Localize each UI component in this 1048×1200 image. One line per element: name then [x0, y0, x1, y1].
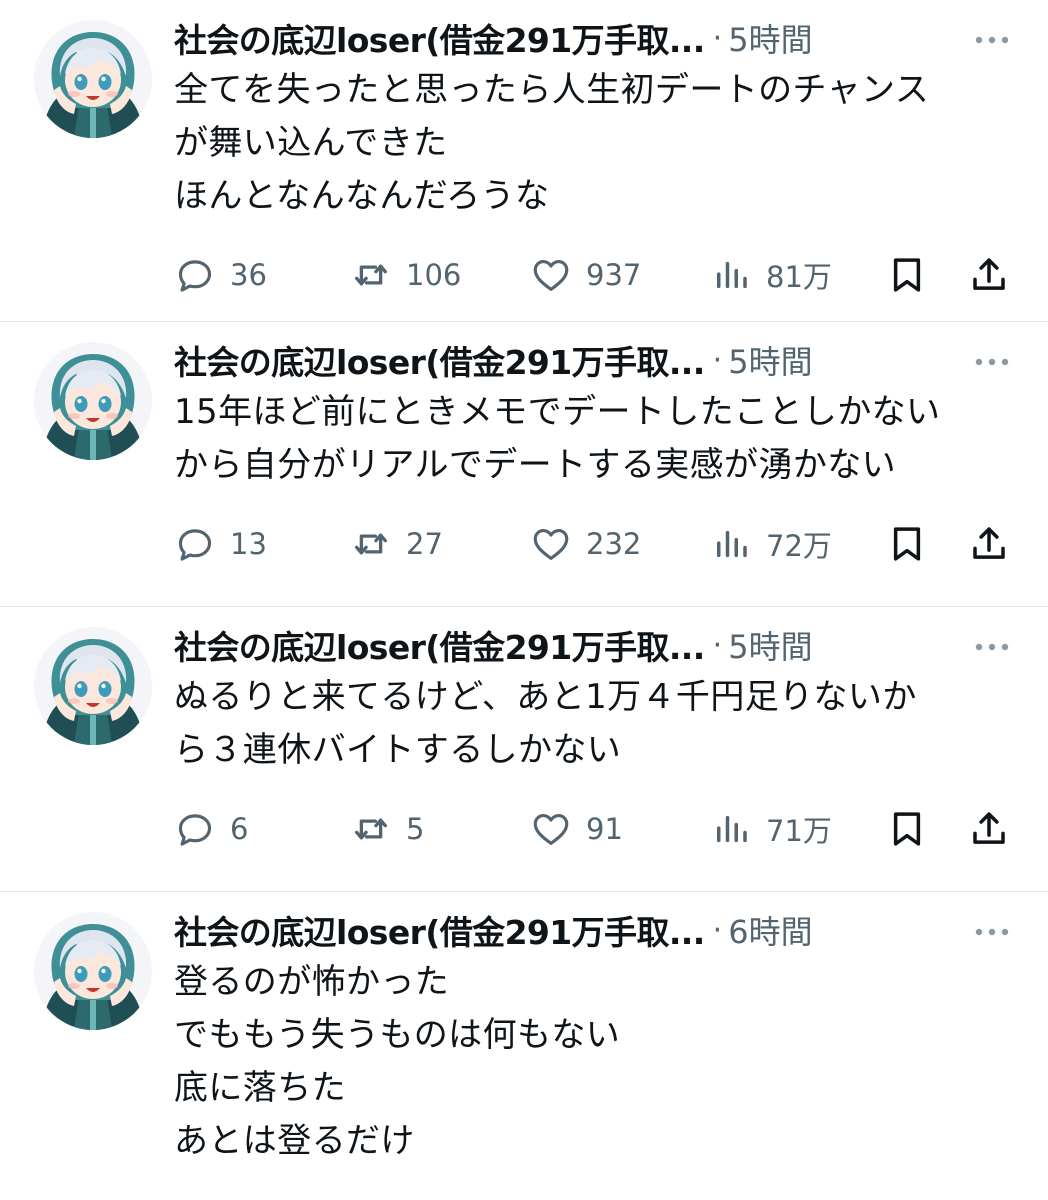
share-upload-icon	[973, 812, 1005, 844]
share-button[interactable]	[968, 808, 1010, 850]
retweet-button[interactable]: 5	[350, 808, 424, 850]
action-bar: 13 27 232 72万	[174, 512, 1012, 576]
views-button[interactable]: 81万	[710, 254, 832, 296]
tweet-text: 全てを失ったと思ったら人生初デートのチャンス が舞い込んできた ほんとなんなんだ…	[174, 70, 930, 216]
tweet[interactable]: 社会の底辺loser(借金291万手取... · 5時間 15年ほど前にときメモ…	[0, 322, 1048, 607]
tweet[interactable]: 社会の底辺loser(借金291万手取... · 5時間 ぬるりと来てるけど、あ…	[0, 607, 1048, 892]
separator-dot: ·	[712, 20, 723, 56]
tweet[interactable]: 社会の底辺loser(借金291万手取... · 6時間 登るのが怖かった でも…	[0, 892, 1048, 1200]
reply-button[interactable]: 36	[174, 254, 267, 296]
avatar[interactable]	[34, 627, 152, 745]
retweet-icon	[354, 533, 388, 555]
view-count: 71万	[766, 814, 832, 848]
reply-count: 13	[230, 527, 267, 561]
separator-dot: ·	[712, 627, 723, 663]
bookmark-button[interactable]	[886, 808, 928, 850]
reply-bubble-icon	[178, 529, 212, 561]
tweet-text: ぬるりと来てるけど、あと1万４千円足りないか ら３連休バイトするしかない	[174, 677, 917, 770]
timeline-feed: 社会の底辺loser(借金291万手取... · 5時間 全てを失ったと思ったら…	[0, 0, 1048, 1200]
retweet-count: 106	[406, 258, 462, 292]
anime-character-avatar	[34, 627, 152, 745]
anime-character-avatar	[34, 342, 152, 460]
author-name[interactable]: 社会の底辺loser(借金291万手取...	[174, 14, 705, 62]
retweet-count: 5	[406, 812, 425, 846]
bookmark-icon	[893, 812, 921, 846]
more-options-button[interactable]	[972, 20, 1012, 60]
reply-button[interactable]: 13	[174, 523, 267, 565]
bookmark-icon	[893, 527, 921, 561]
anime-character-avatar	[34, 20, 152, 138]
retweet-icon	[354, 818, 388, 840]
like-count: 232	[586, 527, 642, 561]
share-upload-icon	[973, 527, 1005, 559]
bookmark-icon	[893, 258, 921, 292]
bookmark-button[interactable]	[886, 254, 928, 296]
action-bar: 36 106 937 81万	[174, 243, 1012, 307]
retweet-button[interactable]: 27	[350, 523, 443, 565]
tweet[interactable]: 社会の底辺loser(借金291万手取... · 5時間 全てを失ったと思ったら…	[0, 0, 1048, 322]
view-count: 72万	[766, 529, 832, 563]
share-button[interactable]	[968, 523, 1010, 565]
action-bar: 6 5 91 71万	[174, 797, 1012, 861]
bookmark-button[interactable]	[886, 523, 928, 565]
share-button[interactable]	[968, 254, 1010, 296]
more-options-button[interactable]	[972, 912, 1012, 952]
reply-count: 36	[230, 258, 267, 292]
heart-icon	[533, 528, 569, 560]
post-time[interactable]: 5時間	[728, 622, 812, 668]
view-count: 81万	[766, 260, 832, 294]
like-button[interactable]: 937	[530, 254, 641, 296]
like-button[interactable]: 232	[530, 523, 641, 565]
reply-bubble-icon	[178, 814, 212, 846]
more-dots-icon	[975, 928, 1009, 936]
retweet-icon	[354, 264, 388, 286]
reply-button[interactable]: 6	[174, 808, 248, 850]
author-name[interactable]: 社会の底辺loser(借金291万手取...	[174, 906, 705, 954]
like-count: 937	[586, 258, 642, 292]
reply-bubble-icon	[178, 260, 212, 292]
avatar[interactable]	[34, 342, 152, 460]
anime-character-avatar	[34, 912, 152, 1030]
more-dots-icon	[975, 358, 1009, 366]
more-options-button[interactable]	[972, 342, 1012, 382]
heart-icon	[533, 813, 569, 845]
views-bar-chart-icon	[717, 815, 747, 843]
reply-count: 6	[230, 812, 249, 846]
author-name[interactable]: 社会の底辺loser(借金291万手取...	[174, 621, 705, 669]
views-button[interactable]: 71万	[710, 808, 832, 850]
separator-dot: ·	[712, 912, 723, 948]
more-options-button[interactable]	[972, 627, 1012, 667]
post-time[interactable]: 6時間	[728, 907, 812, 953]
heart-icon	[533, 259, 569, 291]
tweet-text: 15年ほど前にときメモでデートしたことしかない から自分がリアルでデートする実感…	[174, 392, 941, 485]
like-count: 91	[586, 812, 623, 846]
share-upload-icon	[973, 258, 1005, 290]
views-bar-chart-icon	[717, 530, 747, 558]
retweet-count: 27	[406, 527, 443, 561]
avatar[interactable]	[34, 912, 152, 1030]
tweet-text: 登るのが怖かった でももう失うものは何もない 底に落ちた あとは登るだけ	[174, 962, 621, 1161]
post-time[interactable]: 5時間	[728, 337, 812, 383]
avatar[interactable]	[34, 20, 152, 138]
author-name[interactable]: 社会の底辺loser(借金291万手取...	[174, 336, 705, 384]
views-bar-chart-icon	[717, 261, 747, 289]
more-dots-icon	[975, 643, 1009, 651]
separator-dot: ·	[712, 342, 723, 378]
like-button[interactable]: 91	[530, 808, 623, 850]
post-time[interactable]: 5時間	[728, 15, 812, 61]
views-button[interactable]: 72万	[710, 523, 832, 565]
more-dots-icon	[975, 36, 1009, 44]
retweet-button[interactable]: 106	[350, 254, 461, 296]
